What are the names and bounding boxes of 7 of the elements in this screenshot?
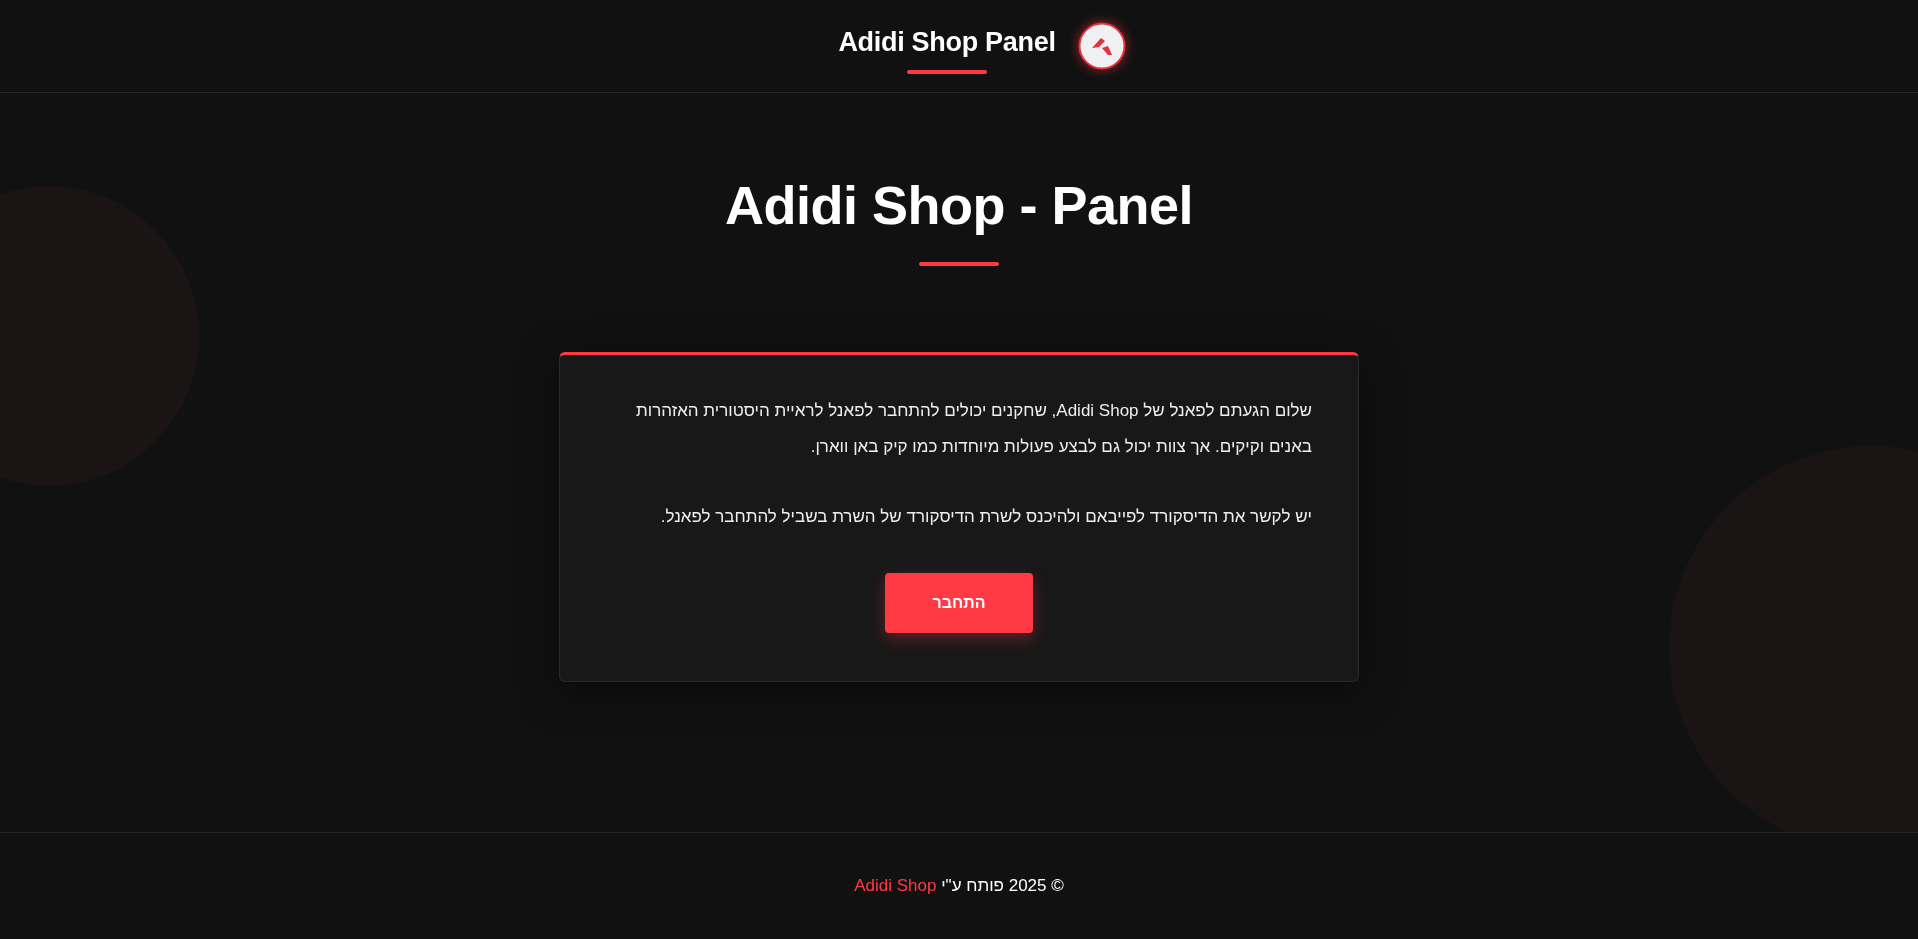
- logo-icon: [1077, 22, 1126, 70]
- info-paragraph: שלום הגעתם לפאנל של Adidi Shop, שחקנים יכולים להתחבר לפאנל לראיית היסטורית האזהרות באנים וקיקים. אך צוות יכול גם לבצע פעולות מיוחדות כמו קיק באן ווארן.: [635, 400, 1312, 458]
- header-title: Adidi Shop Panel: [838, 26, 1056, 58]
- footer-link[interactable]: Adidi Shop: [854, 876, 937, 895]
- info-paragraph: יש לקשר את הדיסקורד לפייבאם ולהיכנס לשרת הדיסקורד של השרת בשביל להתחבר לפאנל.: [659, 506, 1312, 528]
- page-title: Adidi Shop - Panel: [725, 174, 1193, 237]
- login-button[interactable]: התחבר: [885, 573, 1033, 633]
